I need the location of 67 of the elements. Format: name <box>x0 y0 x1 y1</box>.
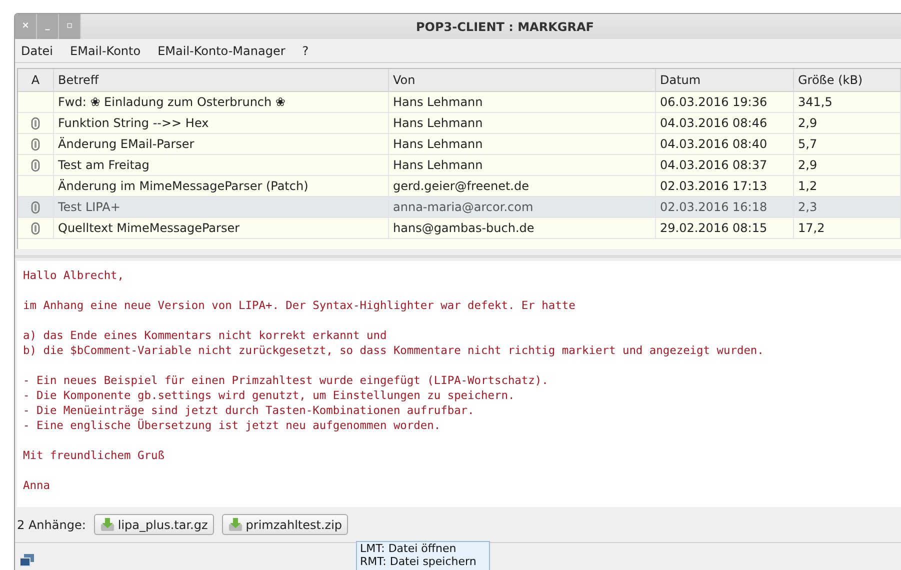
table-cell-text: 04.03.2016 08:46 <box>660 115 768 132</box>
table-cell-text: 5,7 <box>798 136 818 153</box>
menu-item[interactable]: EMail-Konto-Manager <box>158 42 286 60</box>
paperclip-icon <box>31 200 40 214</box>
download-icon <box>228 517 243 532</box>
table-row[interactable]: Änderung EMail-Parser Hans Lehmann 04.03.2016 08:40 5,7 <box>18 134 901 155</box>
paperclip-icon <box>31 158 40 172</box>
table-cell-text: 1,2 <box>798 178 818 195</box>
table-cell-text: Hans Lehmann <box>393 94 483 111</box>
table-cell-text: 04.03.2016 08:40 <box>660 136 768 153</box>
table-row[interactable]: Test am Freitag Hans Lehmann 04.03.2016 08:37 2,9 <box>18 155 901 176</box>
tooltip-line: LMT: Datei öffnen <box>360 542 458 555</box>
window-title: POP3-CLIENT : MARKGRAF <box>416 18 594 36</box>
attachment-button[interactable]: lipa_plus.tar.gz <box>94 514 214 535</box>
column-header[interactable]: Größe (kB) <box>794 69 901 91</box>
table-cell-text: Hans Lehmann <box>393 115 483 132</box>
message-line: Anna <box>23 478 51 493</box>
tooltip-line: RMT: Datei speichern <box>360 555 478 568</box>
table-cell-text: Funktion String -->> Hex <box>58 115 209 132</box>
column-header[interactable]: A <box>18 69 54 91</box>
table-cell-text: gerd.geier@freenet.de <box>393 178 529 195</box>
table-cell-text: Quelltext MimeMessageParser <box>58 220 240 237</box>
table-cell-text: 02.03.2016 17:13 <box>660 178 768 195</box>
message-line: - Eine englische Übersetzung ist jetzt neu aufgenommen worden. <box>23 418 442 433</box>
menu-item[interactable]: EMail-Konto <box>70 42 141 60</box>
table-row[interactable]: Test LIPA+ anna-maria@arcor.com 02.03.2016 16:18 2,3 <box>18 197 901 218</box>
table-cell-text: 2,3 <box>798 199 818 216</box>
column-header[interactable]: Betreff <box>54 69 389 91</box>
column-header[interactable]: Datum <box>656 69 794 91</box>
message-line: Hallo Albrecht, <box>23 268 126 283</box>
table-cell-text: Test am Freitag <box>58 157 150 174</box>
attachments-label: 2 Anhänge: <box>17 516 86 534</box>
download-icon <box>100 517 115 532</box>
menu-item[interactable]: Datei <box>21 42 54 60</box>
table-cell-text: 04.03.2016 08:37 <box>660 157 768 174</box>
message-line: - Die Komponente gb.settings wird genutzt, um Einstellungen zu speichern. <box>23 388 516 403</box>
paperclip-icon <box>31 222 40 234</box>
paperclip-icon <box>31 116 40 130</box>
table-cell-text: 02.03.2016 16:18 <box>660 199 768 216</box>
message-line: - Ein neues Beispiel für einen Primzahltest wurde eingefügt (LIPA-Wortschatz). <box>23 373 550 388</box>
column-header[interactable]: Von <box>389 69 656 91</box>
table-cell-text: Fwd: ❀ Einladung zum Osterbrunch ❀ <box>58 94 286 111</box>
table-cell-text: 17,2 <box>798 220 825 237</box>
table-cell-text: 2,9 <box>798 157 818 174</box>
table-cell-text: hans@gambas-buch.de <box>393 220 534 237</box>
table-cell-text: Hans Lehmann <box>393 157 483 174</box>
table-row[interactable]: Fwd: ❀ Einladung zum Osterbrunch ❀ Hans Lehmann 06.03.2016 19:36 341,5 <box>18 92 901 113</box>
message-line: Mit freundlichem Gruß <box>23 448 166 463</box>
attachment-button[interactable]: primzahltest.zip <box>222 514 348 535</box>
table-cell-text: anna-maria@arcor.com <box>393 199 534 216</box>
table-cell-text: Hans Lehmann <box>393 136 483 153</box>
paperclip-icon <box>31 138 40 150</box>
table-cell-text: 29.02.2016 08:15 <box>660 220 768 237</box>
menu-item[interactable]: ? <box>302 42 309 60</box>
table-cell-text: Änderung im MimeMessageParser (Patch) <box>58 178 308 195</box>
table-cell-text: 341,5 <box>798 94 832 111</box>
table-cell-text: 06.03.2016 19:36 <box>660 94 768 111</box>
table-cell-text: Änderung EMail-Parser <box>58 136 194 153</box>
table-cell-text: Test LIPA+ <box>58 199 120 216</box>
message-line: - Die Menüeinträge sind jetzt durch Tasten-Kombinationen aufrufbar. <box>23 403 476 418</box>
table-row[interactable]: Quelltext MimeMessageParser hans@gambas-buch.de 29.02.2016 08:15 17,2 <box>18 218 901 239</box>
table-cell-text: 2,9 <box>798 115 818 132</box>
message-line: a) das Ende eines Kommentars nicht korrekt erkannt und <box>23 328 388 343</box>
message-line: im Anhang eine neue Version von LIPA+. Der Syntax-Highlighter war defekt. Er hatte <box>23 298 576 313</box>
network-icon <box>20 554 34 567</box>
message-line: b) die $bComment-Variable nicht zurückgesetzt, so dass Kommentare nicht richtig markiert und angezeigt wurden. <box>23 343 765 358</box>
table-row[interactable]: Funktion String -->> Hex Hans Lehmann 04.03.2016 08:46 2,9 <box>18 113 901 134</box>
